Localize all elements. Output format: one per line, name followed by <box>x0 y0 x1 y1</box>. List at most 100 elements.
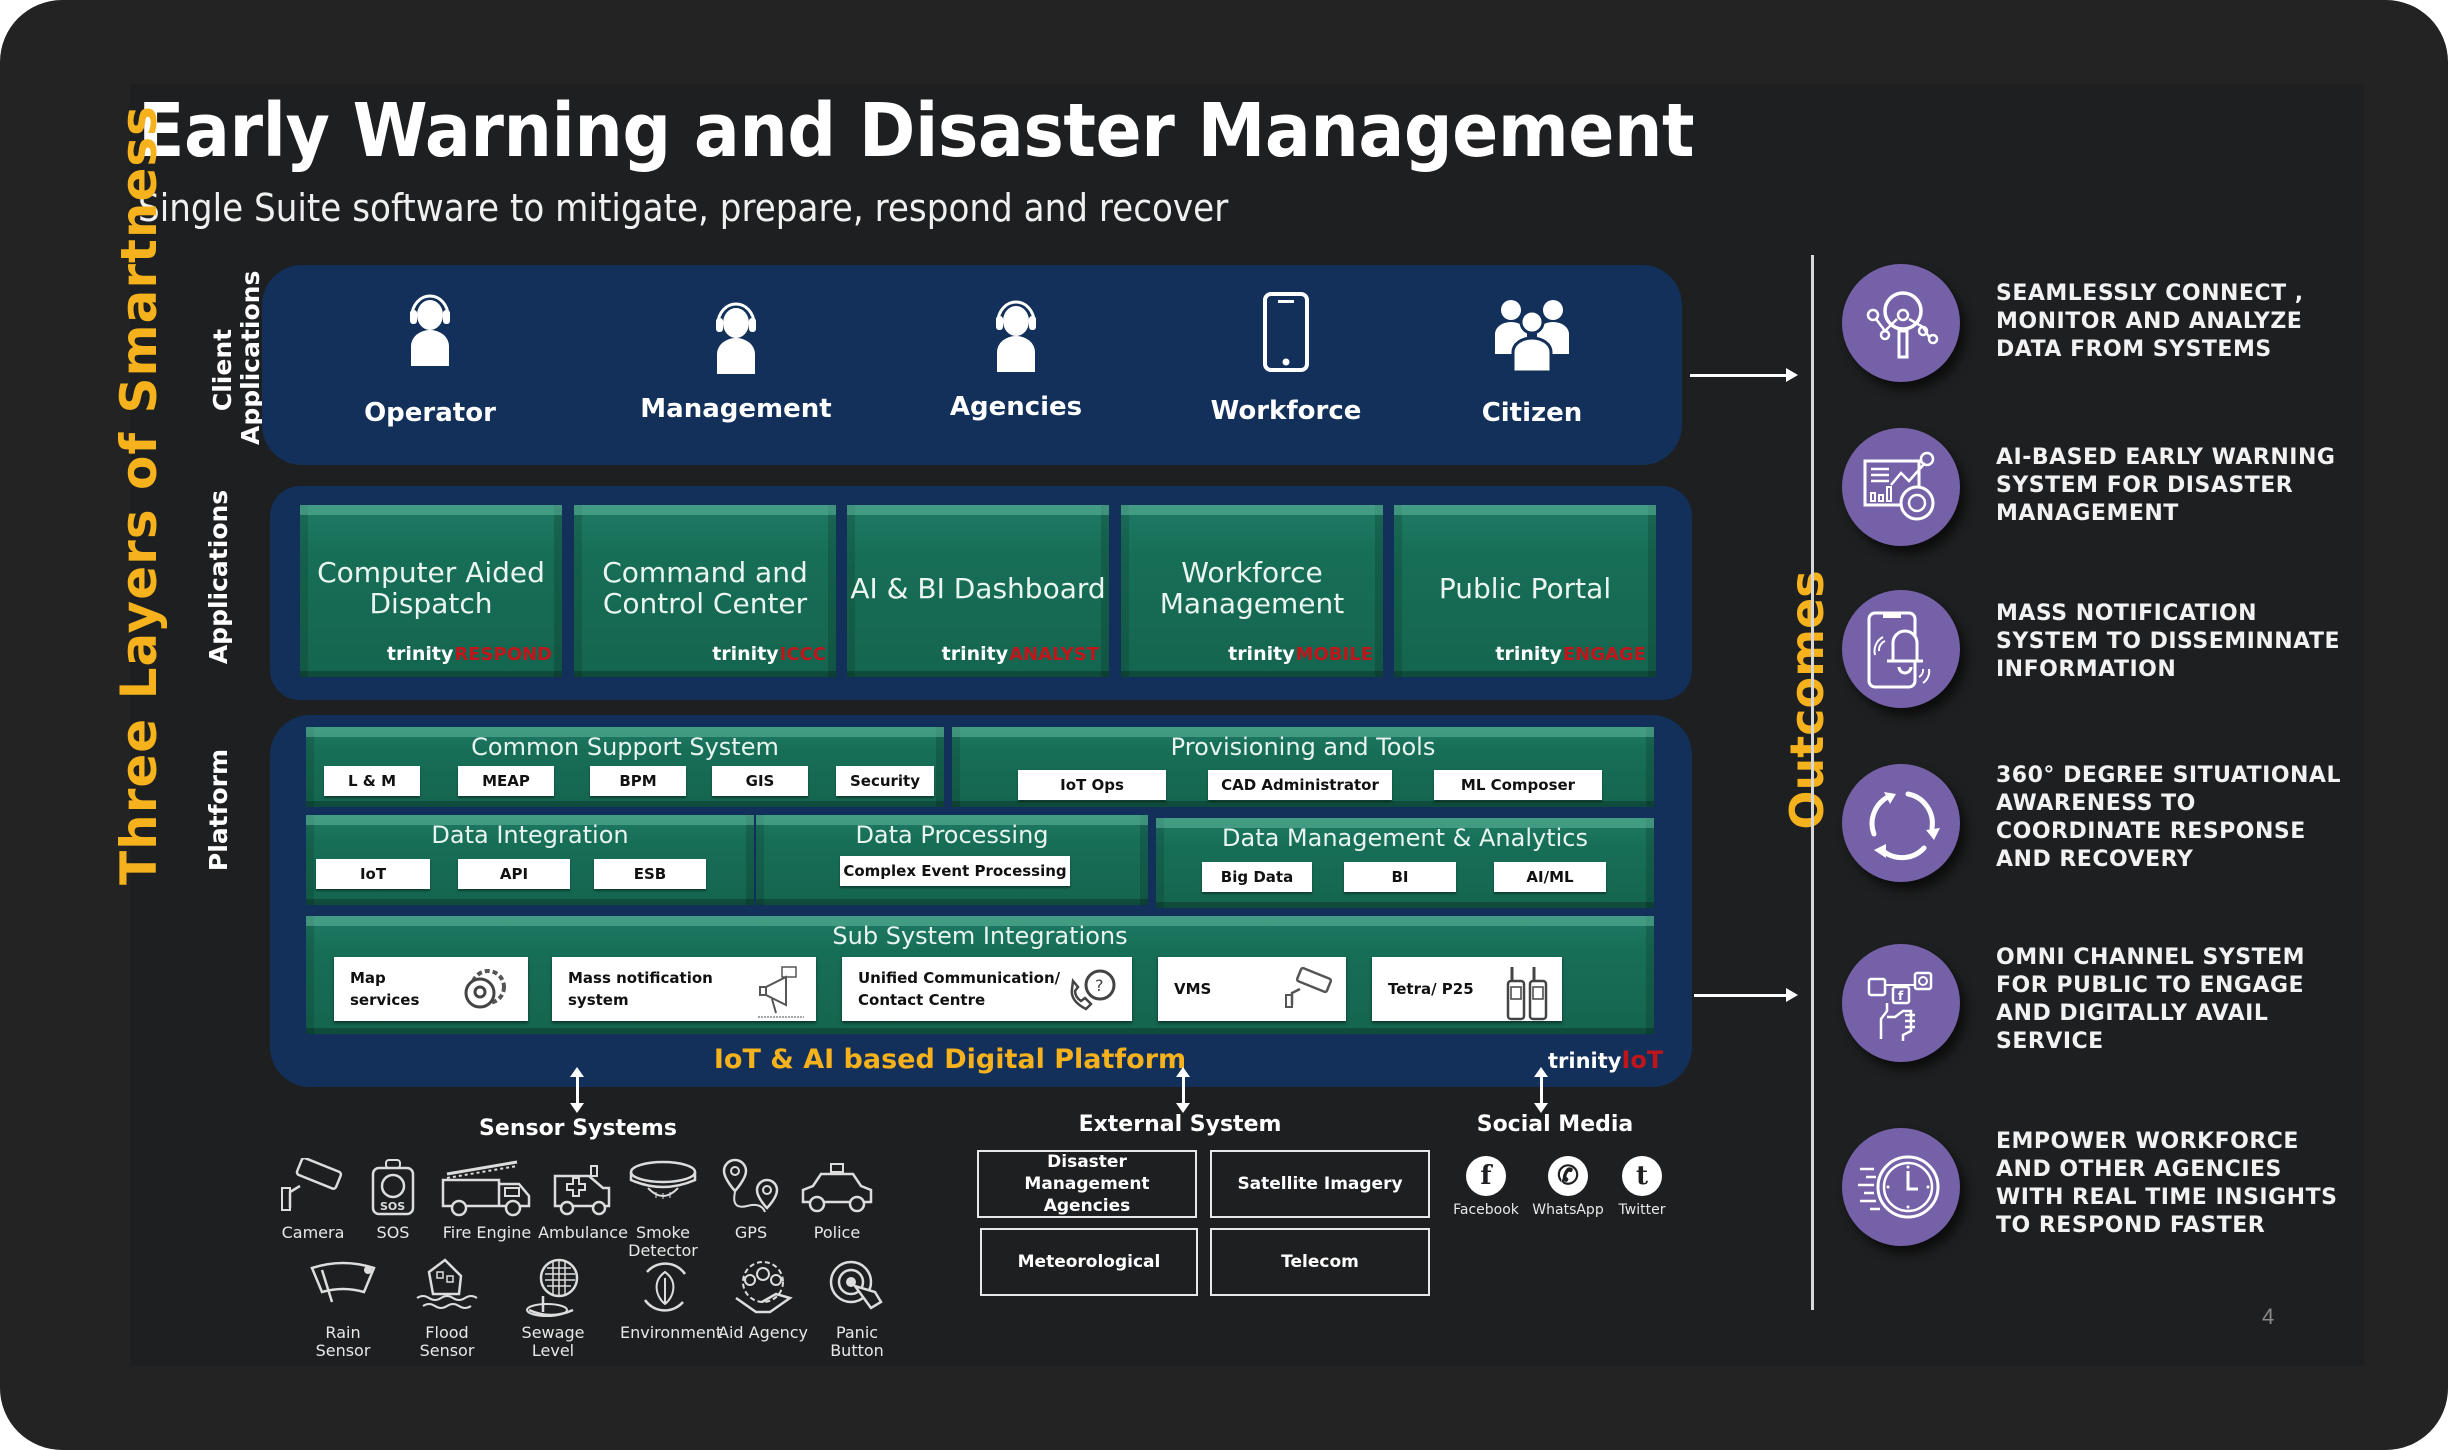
client-app-management[interactable]: Management <box>636 296 836 424</box>
dashboard-analytics-icon <box>1859 445 1943 529</box>
client-app-workforce[interactable]: Workforce <box>1186 292 1386 426</box>
platform-chip[interactable]: AI/ML <box>1494 862 1606 892</box>
sensor-aid-agency[interactable]: Aid Agency <box>718 1258 808 1342</box>
sub-system-card[interactable]: Map services <box>334 957 528 1021</box>
sub-system-card-label: VMS <box>1174 978 1211 1000</box>
client-applications-label-line1: Client <box>208 328 237 412</box>
social-facebook[interactable]: f Facebook <box>1446 1156 1526 1218</box>
ambulance-icon <box>538 1158 628 1224</box>
data-integration-title: Data Integration <box>431 821 629 849</box>
fast-clock-icon <box>1856 1145 1946 1229</box>
social-connector-arrow <box>1534 1067 1548 1113</box>
sub-system-card[interactable]: Unified Communication/Contact Centre? <box>842 957 1132 1021</box>
brand-name: trinity <box>712 643 779 665</box>
outcomes-label: Outcomes <box>1780 570 1834 830</box>
platform-chip[interactable]: Security <box>836 766 934 796</box>
client-app-label: Operator <box>364 398 496 428</box>
external-system-label: Meteorological <box>1017 1252 1161 1272</box>
sewage-level-icon <box>508 1258 598 1324</box>
sensor-panic-button[interactable]: Panic Button <box>812 1258 902 1360</box>
external-system-box[interactable]: Telecom <box>1210 1228 1430 1296</box>
client-app-agencies[interactable]: Agencies <box>916 294 1116 422</box>
platform-chip[interactable]: MEAP <box>458 766 554 796</box>
app-tile-engage[interactable]: Public Portal trinityENGAGE <box>1394 505 1656 677</box>
platform-chip[interactable]: BPM <box>590 766 686 796</box>
brand-name: trinity <box>1495 643 1562 665</box>
platform-chip[interactable]: ESB <box>594 859 706 889</box>
slide-frame: Early Warning and Disaster Management Si… <box>0 0 2448 1450</box>
brand-name: trinity <box>1228 643 1295 665</box>
client-app-citizen[interactable]: Citizen <box>1432 292 1632 428</box>
page-number: 4 <box>2262 1304 2275 1329</box>
outcome-text: EMPOWER WORKFORCE AND OTHER AGENCIES WIT… <box>1996 1129 2338 1238</box>
trinity-brand-logo: trinityMOBILE <box>1228 643 1373 665</box>
sub-system-card-label: Mass notification system <box>568 967 713 1011</box>
trinity-brand-logo: trinityANALYST <box>942 643 1099 665</box>
aid-agency-icon <box>718 1258 808 1324</box>
sensor-label: Smoke Detector <box>628 1223 698 1260</box>
sub-system-card-line2: system <box>568 991 629 1009</box>
app-tile-name-line2: Management <box>1159 587 1345 620</box>
sensor-ambulance[interactable]: Ambulance <box>538 1158 628 1242</box>
platform-chip[interactable]: GIS <box>712 766 808 796</box>
app-tile-iccc[interactable]: Command and Control Center trinityICCC <box>574 505 836 677</box>
trinity-brand-logo: trinityRESPOND <box>387 643 552 665</box>
sensor-sewage-level[interactable]: Sewage Level <box>508 1258 598 1360</box>
platform-chip[interactable]: Complex Event Processing <box>840 856 1070 886</box>
sensor-rain-sensor[interactable]: Rain Sensor <box>298 1258 388 1360</box>
sensor-flood-sensor[interactable]: Flood Sensor <box>402 1258 492 1360</box>
brand-suffix: RESPOND <box>454 644 552 665</box>
provisioning-title: Provisioning and Tools <box>1170 733 1436 761</box>
external-system-label: Telecom <box>1281 1252 1359 1272</box>
social-label: WhatsApp <box>1532 1202 1604 1218</box>
sensor-fire-engine[interactable]: Fire Engine <box>432 1158 542 1242</box>
sensor-camera[interactable]: Camera <box>268 1158 358 1242</box>
social-twitter[interactable]: t Twitter <box>1602 1156 1682 1218</box>
external-system-box[interactable]: Satellite Imagery <box>1210 1150 1430 1218</box>
app-tile-name: Workforce Management <box>1121 557 1383 619</box>
app-tile-name-line1: Public Portal <box>1438 572 1612 605</box>
sub-system-title: Sub System Integrations <box>832 922 1128 950</box>
social-media-title: Social Media <box>1476 1112 1634 1137</box>
sub-system-card[interactable]: Tetra/ P25 <box>1372 957 1562 1021</box>
sensor-gps[interactable]: GPS <box>706 1158 796 1242</box>
megaphone-icon <box>756 965 806 1024</box>
app-tile-mobile[interactable]: Workforce Management trinityMOBILE <box>1121 505 1383 677</box>
walkie-talkie-icon <box>1502 965 1552 1028</box>
platform-chip[interactable]: L & M <box>324 766 420 796</box>
client-app-label: Management <box>640 394 832 424</box>
network-analysis-icon <box>1859 281 1943 365</box>
platform-chip[interactable]: CAD Administrator <box>1208 770 1392 800</box>
external-system-box[interactable]: Meteorological <box>980 1228 1198 1296</box>
camera-icon <box>268 1158 358 1224</box>
social-label: Facebook <box>1453 1202 1519 1218</box>
sensor-sos[interactable]: SOS SOS <box>348 1158 438 1242</box>
sub-system-card[interactable]: VMS <box>1158 957 1346 1021</box>
platform-chip[interactable]: IoT <box>316 859 430 889</box>
app-tile-respond[interactable]: Computer Aided Dispatch trinityRESPOND <box>300 505 562 677</box>
sensor-environment[interactable]: Environment <box>620 1258 722 1342</box>
social-hand-icon: f <box>1859 961 1943 1045</box>
client-app-operator[interactable]: Operator <box>330 288 530 428</box>
app-tile-analyst[interactable]: AI & BI Dashboard trinityANALYST <box>847 505 1109 677</box>
sensor-police[interactable]: Police <box>792 1158 882 1242</box>
app-tile-name-line2: Control Center <box>602 587 808 620</box>
platform-chip[interactable]: BI <box>1344 862 1456 892</box>
social-whatsapp[interactable]: ✆ WhatsApp <box>1528 1156 1608 1218</box>
platform-chip[interactable]: IoT Ops <box>1018 770 1166 800</box>
sub-system-card[interactable]: Mass notification system <box>552 957 816 1021</box>
brand-suffix: MOBILE <box>1295 644 1373 665</box>
external-system-title: External System <box>1078 1112 1282 1137</box>
sub-system-card-line1: Unified Communication/ <box>858 969 1061 987</box>
sensor-smoke-detector[interactable]: Smoke Detector <box>618 1158 708 1260</box>
sensor-label: Ambulance <box>538 1223 628 1242</box>
platform-chip[interactable]: API <box>458 859 570 889</box>
platform-chip[interactable]: ML Composer <box>1434 770 1602 800</box>
sub-system-card-line2: services <box>350 991 420 1009</box>
client-app-label: Citizen <box>1481 398 1583 428</box>
map-gear-icon <box>454 965 518 1018</box>
sensor-label: Flood Sensor <box>419 1323 475 1360</box>
outcome-text: OMNI CHANNEL SYSTEM FOR PUBLIC TO ENGAGE… <box>1996 945 2306 1054</box>
platform-chip[interactable]: Big Data <box>1202 862 1312 892</box>
external-system-box[interactable]: Disaster Management Agencies <box>977 1150 1197 1218</box>
